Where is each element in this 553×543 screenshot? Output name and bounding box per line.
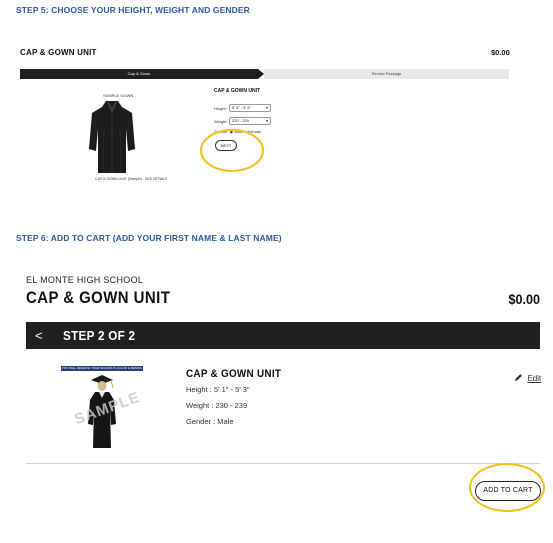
step6-weight-line: Weight : 230 - 239 [186,401,248,410]
step5-height-value: 5' 3" - 5' 5" [232,105,252,110]
step5-weight-label: Weight: [214,119,228,124]
step5-form-title: CAP & GOWN UNIT [214,88,261,94]
step6-product-image: YOU WILL RECEIVE YOUR SCHOOL'S COLOR & D… [61,366,143,450]
step5-weight-select[interactable]: 220 - 229 ▾ [229,117,271,125]
chevron-down-icon: ▾ [265,118,268,123]
step6-divider [26,463,540,464]
pencil-icon [514,374,522,382]
step5-image-caption-top: SAMPLE GOWN [103,93,134,98]
step6-price: $0.00 [508,291,540,307]
step5-heading: STEP 5: CHOOSE YOUR HEIGHT, WEIGHT AND G… [16,5,250,15]
step6-step-bar: < STEP 2 OF 2 [26,322,540,349]
chevron-left-icon[interactable]: < [35,322,43,349]
step5-weight-value: 220 - 229 [232,118,249,123]
step6-product-name: CAP & GOWN UNIT [186,368,282,380]
step5-height-label: Height: [214,106,227,111]
step6-edit-link[interactable]: Edit [514,368,541,386]
step6-school-name: EL MONTE HIGH SCHOOL [26,275,144,285]
step5-height-select[interactable]: 5' 3" - 5' 5" ▾ [229,104,271,112]
step5-product-title: CAP & GOWN UNIT [20,48,97,57]
step5-price: $0.00 [491,48,510,57]
step6-page-title: CAP & GOWN UNIT [26,288,171,307]
step6-heading: STEP 6: ADD TO CART (ADD YOUR FIRST NAME… [16,233,282,243]
step6-highlight-circle [469,463,545,512]
step6-edit-label: Edit [527,374,542,383]
step5-image-caption-bottom: CAP & GOWN UNIT (Sample) - SEE DETAILS [95,177,168,181]
step6-step-indicator: STEP 2 OF 2 [63,328,136,343]
chevron-down-icon: ▾ [265,105,268,110]
step5-progress-next: Review Package [264,69,509,79]
step5-highlight-circle [200,129,264,172]
step5-gown-image [89,101,135,174]
step5-progress-active: Cap & Gown [20,69,258,79]
step6-gender-line: Gender : Male [186,417,234,426]
step6-image-banner: YOU WILL RECEIVE YOUR SCHOOL'S COLOR & D… [61,366,143,371]
step6-height-line: Height : 5' 1" - 5' 3" [186,385,250,394]
